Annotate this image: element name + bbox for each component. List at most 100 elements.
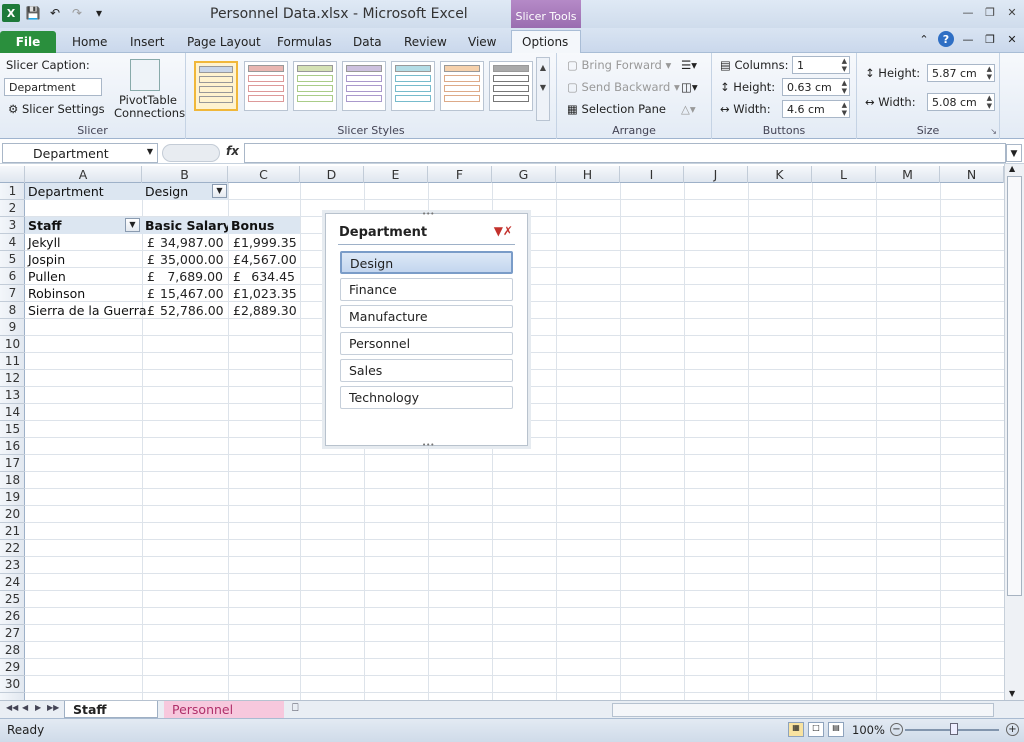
zoom-level[interactable]: 100% — [852, 723, 885, 737]
staff-cell[interactable]: Sierra de la Guerra — [25, 302, 147, 319]
slicer-item-manufacture[interactable]: Manufacture — [340, 305, 513, 328]
row-header[interactable]: 1 — [0, 183, 25, 200]
row-header[interactable]: 5 — [0, 251, 25, 268]
sheet-tab-staff-salaries[interactable]: Staff Salaries — [64, 701, 158, 732]
minimize-ribbon-icon[interactable]: ⌃ — [916, 31, 932, 47]
button-height-input[interactable]: 0.63 cm ▲ ▼ — [782, 78, 850, 96]
next-sheet-icon[interactable]: ▶ — [35, 703, 41, 712]
restore-icon[interactable]: ❐ — [982, 4, 998, 20]
prev-sheet-icon[interactable]: ◀ — [22, 703, 28, 712]
tab-file[interactable]: File — [0, 31, 56, 53]
slicer-style-swatch-7[interactable] — [489, 61, 533, 111]
row-header[interactable]: 12 — [0, 370, 25, 387]
page-break-view-icon[interactable]: ▤ — [828, 722, 844, 737]
sheet-tab-personnel-details[interactable]: Personnel Details — [164, 701, 284, 732]
row-header[interactable]: 8 — [0, 302, 25, 319]
slicer-settings-button[interactable]: ⚙ Slicer Settings — [8, 102, 105, 116]
tab-home[interactable]: Home — [62, 31, 117, 53]
pivottable-connections-icon[interactable] — [130, 59, 160, 91]
row-header[interactable]: 26 — [0, 608, 25, 625]
resize-handle-bottom[interactable]: ••• — [422, 441, 434, 449]
department-slicer[interactable]: ••• ••• Department ▼✗ Design Finance Man… — [325, 210, 528, 449]
select-all-corner[interactable] — [0, 166, 25, 183]
report-filter-icon[interactable]: ▼ — [212, 184, 227, 198]
zoom-in-icon[interactable]: + — [1006, 723, 1019, 736]
row-header[interactable]: 11 — [0, 353, 25, 370]
row-header[interactable]: 19 — [0, 489, 25, 506]
bonus-cell[interactable]: 634.45 — [241, 268, 295, 285]
column-header-f[interactable]: F — [428, 166, 492, 183]
row-header[interactable]: 27 — [0, 625, 25, 642]
slicer-style-swatch-3[interactable] — [293, 61, 337, 111]
tab-insert[interactable]: Insert — [120, 31, 174, 53]
salary-cell[interactable]: 15,467.00 — [160, 285, 224, 302]
column-header-b[interactable]: B — [142, 166, 228, 183]
page-layout-view-icon[interactable]: □ — [808, 722, 824, 737]
save-icon[interactable]: 💾 — [24, 4, 42, 22]
clear-filter-icon[interactable]: ▼✗ — [494, 224, 513, 238]
column-header-i[interactable]: I — [620, 166, 684, 183]
customize-qat-icon[interactable]: ▾ — [90, 4, 108, 22]
header-bonus[interactable]: Bonus — [228, 217, 300, 234]
row-header[interactable]: 24 — [0, 574, 25, 591]
header-basic-salary[interactable]: Basic Salary — [142, 217, 231, 234]
formula-buttons[interactable] — [162, 144, 220, 162]
undo-icon[interactable]: ↶ — [46, 4, 64, 22]
row-header[interactable]: 30 — [0, 676, 25, 693]
slicer-style-swatch-4[interactable] — [342, 61, 386, 111]
column-header-m[interactable]: M — [876, 166, 940, 183]
column-header-n[interactable]: N — [940, 166, 1004, 183]
bonus-cell[interactable]: 1,999.35 — [241, 234, 297, 251]
pivot-connections-label-1[interactable]: PivotTable — [119, 93, 177, 107]
row-header[interactable]: 13 — [0, 387, 25, 404]
button-width-input[interactable]: 4.6 cm ▲ ▼ — [782, 100, 850, 118]
staff-cell[interactable]: Pullen — [25, 268, 66, 285]
row-header[interactable]: 10 — [0, 336, 25, 353]
minimize-icon[interactable]: — — [960, 4, 976, 20]
row-header[interactable]: 20 — [0, 506, 25, 523]
row-header[interactable]: 17 — [0, 455, 25, 472]
column-header-k[interactable]: K — [748, 166, 812, 183]
row-header[interactable]: 22 — [0, 540, 25, 557]
slicer-caption-input[interactable]: Department — [4, 78, 102, 96]
column-header-a[interactable]: A — [25, 166, 142, 183]
tab-view[interactable]: View — [458, 31, 506, 53]
column-header-h[interactable]: H — [556, 166, 620, 183]
insert-function-icon[interactable]: fx — [226, 144, 239, 158]
staff-cell[interactable]: Jekyll — [25, 234, 61, 251]
workbook-close-icon[interactable]: ✕ — [1004, 31, 1020, 47]
name-box[interactable]: Department ▼ — [2, 143, 158, 163]
vertical-scrollbar[interactable]: ▲ ▼ — [1004, 164, 1024, 700]
row-header[interactable]: 15 — [0, 421, 25, 438]
bonus-cell[interactable]: 4,567.00 — [241, 251, 297, 268]
filter-label-cell[interactable]: Department — [25, 183, 142, 200]
row-header[interactable]: 4 — [0, 234, 25, 251]
slicer-height-input[interactable]: 5.87 cm ▲ ▼ — [927, 64, 995, 82]
align-icon[interactable]: ☰▾ — [681, 58, 697, 72]
row-header[interactable]: 29 — [0, 659, 25, 676]
slicer-style-swatch-5[interactable] — [391, 61, 435, 111]
slicer-item-design[interactable]: Design — [340, 251, 513, 274]
redo-icon[interactable]: ↷ — [68, 4, 86, 22]
scroll-down-icon[interactable]: ▼ — [1009, 689, 1015, 698]
tab-page-layout[interactable]: Page Layout — [177, 31, 271, 53]
pivot-connections-label-2[interactable]: Connections — [114, 106, 185, 120]
salary-cell[interactable]: 7,689.00 — [160, 268, 223, 285]
last-sheet-icon[interactable]: ▶▶ — [47, 703, 59, 712]
column-header-l[interactable]: L — [812, 166, 876, 183]
slicer-item-sales[interactable]: Sales — [340, 359, 513, 382]
row-header[interactable]: 14 — [0, 404, 25, 421]
zoom-out-icon[interactable]: − — [890, 723, 903, 736]
row-header[interactable]: 6 — [0, 268, 25, 285]
salary-cell[interactable]: 35,000.00 — [160, 251, 224, 268]
row-header[interactable]: 28 — [0, 642, 25, 659]
selection-pane-button[interactable]: ▦ Selection Pane — [567, 102, 666, 116]
first-sheet-icon[interactable]: ◀◀ — [6, 703, 18, 712]
resize-handle-top[interactable]: ••• — [422, 210, 434, 218]
horizontal-scrollbar[interactable] — [612, 703, 994, 717]
slicer-style-swatch-1[interactable] — [194, 61, 238, 111]
styles-gallery-scroll[interactable]: ▲ ▼ — [536, 57, 550, 121]
slicer-item-finance[interactable]: Finance — [340, 278, 513, 301]
excel-logo-icon[interactable]: X — [2, 4, 20, 22]
column-header-c[interactable]: C — [228, 166, 300, 183]
